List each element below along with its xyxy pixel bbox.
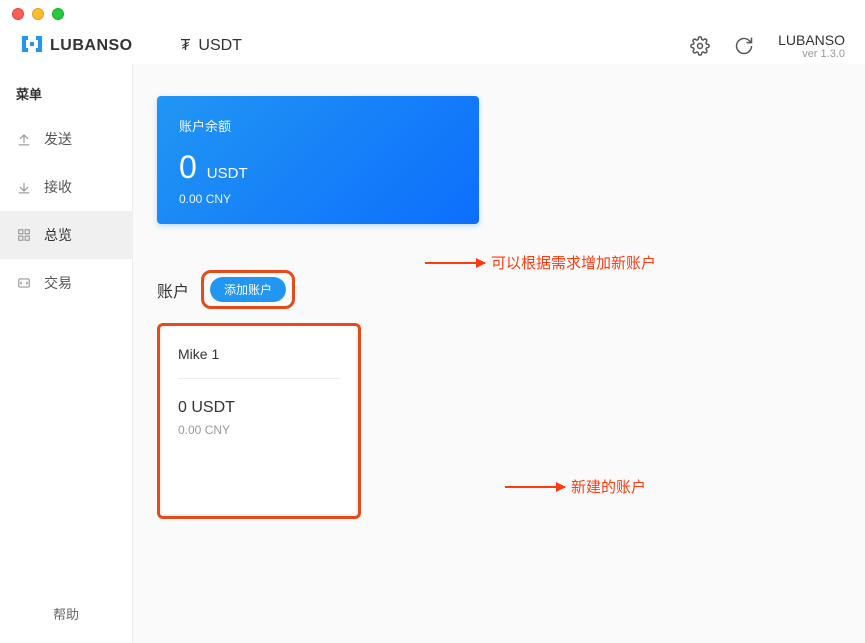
add-account-button[interactable]: 添加账户 [210, 277, 286, 302]
download-icon [16, 179, 32, 195]
arrow-icon [425, 262, 485, 264]
sidebar-item-overview[interactable]: 总览 [0, 211, 132, 259]
sidebar-item-label: 接收 [44, 177, 72, 197]
logo: LUBANSO [20, 34, 133, 59]
annotation-highlight-add: 添加账户 [201, 270, 295, 309]
sidebar-item-label: 发送 [44, 129, 72, 149]
account-card[interactable]: Mike 1 0 USDT 0.00 CNY [162, 328, 356, 514]
refresh-button[interactable] [734, 36, 754, 56]
sidebar-item-receive[interactable]: 接收 [0, 163, 132, 211]
app-name-label: LUBANSO [778, 32, 845, 48]
balance-unit: USDT [207, 165, 248, 182]
sidebar-item-label: 交易 [44, 273, 72, 293]
account-name: Mike 1 [178, 346, 340, 362]
accounts-header: 账户 [157, 278, 189, 302]
balance-label: 账户余额 [179, 116, 457, 135]
help-link[interactable]: 帮助 [0, 604, 132, 623]
settings-button[interactable] [690, 36, 710, 56]
minimize-window-button[interactable] [32, 8, 44, 20]
version-info: LUBANSO ver 1.3.0 [778, 32, 845, 60]
logo-text: LUBANSO [50, 37, 133, 55]
sidebar-item-label: 总览 [44, 225, 72, 245]
sidebar: 菜单 发送 接收 总览 交易 帮助 [0, 64, 133, 643]
account-amount: 0 USDT [178, 399, 340, 417]
logo-icon [20, 34, 44, 59]
tether-icon: ₮ [181, 37, 191, 55]
close-window-button[interactable] [12, 8, 24, 20]
arrow-icon [505, 486, 565, 488]
currency-selector[interactable]: ₮ USDT [181, 37, 242, 55]
account-cny: 0.00 CNY [178, 423, 340, 437]
refresh-icon [734, 36, 754, 56]
maximize-window-button[interactable] [52, 8, 64, 20]
annotation-2: 新建的账户 [505, 476, 646, 497]
gear-icon [690, 36, 710, 56]
balance-cny: 0.00 CNY [179, 192, 457, 206]
annotation-highlight-card: Mike 1 0 USDT 0.00 CNY [157, 323, 361, 519]
main-content: 账户余额 0 USDT 0.00 CNY 账户 添加账户 Mike 1 0 US… [133, 64, 865, 643]
sidebar-item-send[interactable]: 发送 [0, 115, 132, 163]
annotation-text: 新建的账户 [571, 476, 646, 497]
swap-icon [16, 275, 32, 291]
grid-icon [16, 227, 32, 243]
menu-title: 菜单 [0, 80, 132, 115]
balance-amount: 0 [179, 149, 197, 186]
divider [178, 378, 340, 379]
version-label: ver 1.3.0 [778, 48, 845, 60]
upload-icon [16, 131, 32, 147]
topbar: LUBANSO ₮ USDT LUBANSO ver 1.3.0 [0, 28, 865, 64]
window-titlebar [0, 0, 865, 28]
balance-card: 账户余额 0 USDT 0.00 CNY [157, 96, 479, 224]
sidebar-item-transactions[interactable]: 交易 [0, 259, 132, 307]
currency-code: USDT [198, 37, 242, 55]
